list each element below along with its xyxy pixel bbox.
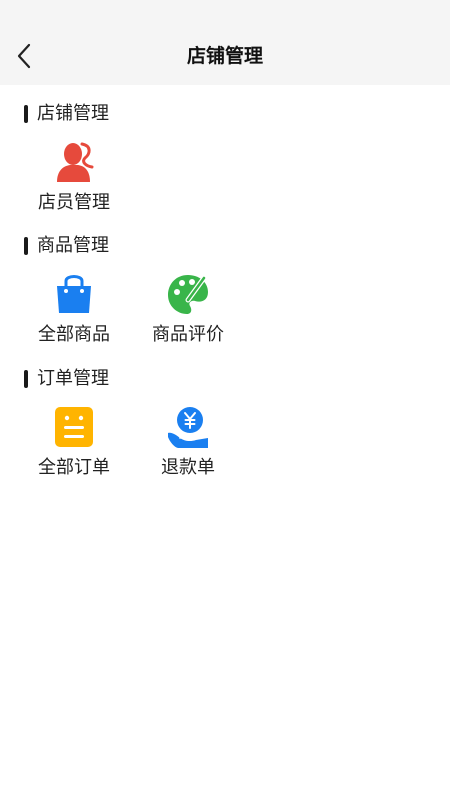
section-header: 订单管理: [0, 365, 450, 393]
section-title: 订单管理: [37, 368, 109, 389]
item-label: 退款单: [161, 457, 215, 478]
section-title: 店铺管理: [37, 103, 109, 124]
section-marker: [24, 105, 28, 123]
item-label: 店员管理: [38, 192, 110, 213]
section-header: 店铺管理: [0, 100, 450, 128]
shopping-bag-icon: [57, 275, 91, 313]
staff-icon: [57, 142, 94, 182]
section-title: 商品管理: [37, 235, 109, 256]
section-products: 商品管理 全部商品 商品评价: [0, 232, 450, 345]
product-reviews-button[interactable]: 商品评价: [133, 272, 243, 346]
refund-orders-button[interactable]: 退款单: [133, 405, 243, 479]
item-label: 全部商品: [38, 324, 110, 345]
section-header: 商品管理: [0, 232, 450, 260]
page-title: 店铺管理: [186, 45, 263, 67]
all-products-button[interactable]: 全部商品: [19, 272, 129, 346]
item-label: 全部订单: [38, 457, 110, 478]
palette-icon: [168, 275, 208, 314]
staff-management-button[interactable]: 店员管理: [19, 140, 129, 214]
section-store: 店铺管理 店员管理: [0, 100, 450, 213]
item-label: 商品评价: [152, 324, 224, 345]
section-marker: [24, 237, 28, 255]
refund-yen-icon: [168, 407, 208, 448]
all-orders-button[interactable]: 全部订单: [19, 405, 129, 479]
section-orders: 订单管理 全部订单 退款单: [0, 365, 450, 478]
section-marker: [24, 370, 28, 388]
order-list-icon: [55, 407, 93, 447]
top-bar: 店铺管理: [0, 0, 450, 85]
